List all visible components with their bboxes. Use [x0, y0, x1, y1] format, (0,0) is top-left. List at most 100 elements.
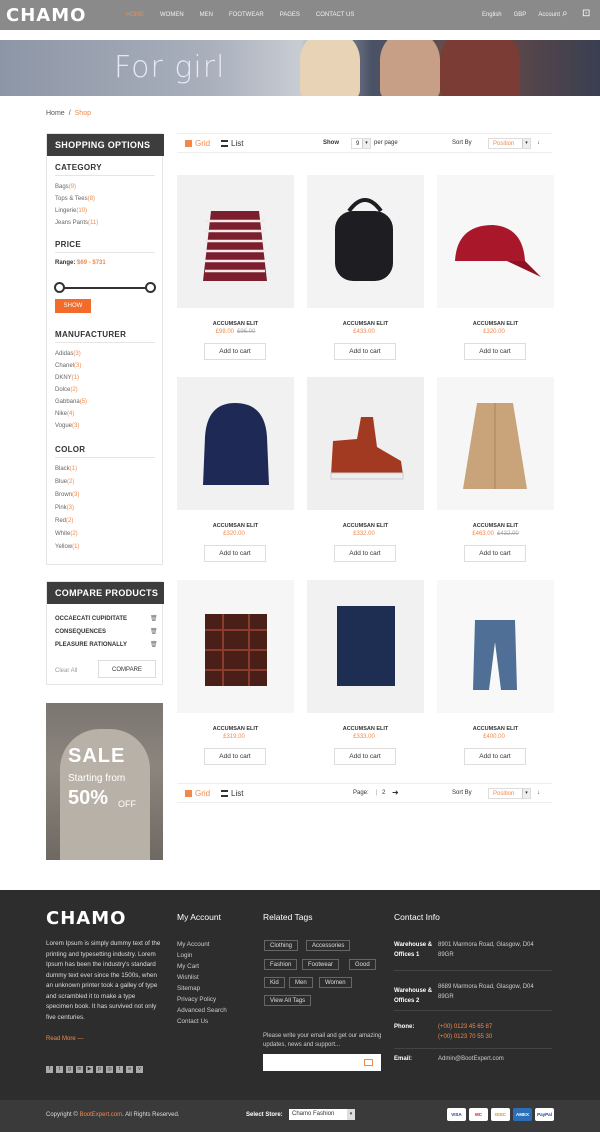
- add-to-cart-button[interactable]: Add to cart: [334, 545, 396, 562]
- sale-banner[interactable]: SALE Starting from 50% OFF: [46, 703, 163, 860]
- tag[interactable]: Accessories: [306, 940, 351, 951]
- product-image[interactable]: [307, 377, 424, 510]
- list-view-toggle[interactable]: List: [221, 139, 243, 148]
- contact-value[interactable]: Admin@BootExpert.com: [438, 1054, 504, 1064]
- category-item[interactable]: Lingerie(10): [55, 208, 87, 214]
- google-plus-icon[interactable]: g: [66, 1066, 73, 1073]
- tag[interactable]: View All Tags: [264, 995, 312, 1006]
- search-icon[interactable]: ⌕: [562, 9, 568, 19]
- color-item[interactable]: White(2): [55, 531, 78, 537]
- youtube-icon[interactable]: ▶: [86, 1066, 93, 1073]
- product-name[interactable]: ACCUMSAN ELIT: [177, 726, 294, 732]
- nav-pages[interactable]: PAGES: [272, 11, 308, 19]
- footer-link[interactable]: My Cart: [177, 963, 199, 970]
- nav-women[interactable]: WOMEN: [152, 11, 192, 19]
- compare-item[interactable]: PLEASURE RATIONALLY: [55, 642, 127, 648]
- facebook-icon[interactable]: f: [46, 1066, 53, 1073]
- tag[interactable]: Men: [289, 977, 313, 988]
- footer-link[interactable]: My Account: [177, 941, 210, 948]
- sort-direction-icon[interactable]: ↓: [537, 790, 540, 796]
- footer-logo[interactable]: CHAMO: [46, 908, 126, 929]
- language-select[interactable]: English: [476, 11, 508, 19]
- add-to-cart-button[interactable]: Add to cart: [204, 343, 266, 360]
- footer-link[interactable]: Privacy Policy: [177, 996, 216, 1003]
- footer-link[interactable]: Wishlist: [177, 974, 199, 981]
- product-name[interactable]: ACCUMSAN ELIT: [307, 321, 424, 327]
- next-page-icon[interactable]: ➜: [392, 788, 399, 797]
- per-page-select[interactable]: 9 ▾: [351, 138, 371, 149]
- add-to-cart-button[interactable]: Add to cart: [204, 748, 266, 765]
- product-image[interactable]: [177, 580, 294, 713]
- footer-link[interactable]: Advanced Search: [177, 1007, 227, 1014]
- price-show-button[interactable]: SHOW: [55, 299, 91, 313]
- add-to-cart-button[interactable]: Add to cart: [464, 545, 526, 562]
- tag[interactable]: Footwear: [302, 959, 340, 970]
- compare-item[interactable]: CONSEQUENCES: [55, 629, 106, 635]
- product-image[interactable]: [307, 175, 424, 308]
- sort-direction-icon[interactable]: ↓: [537, 140, 540, 146]
- color-item[interactable]: Red(2): [55, 518, 73, 524]
- footer-link[interactable]: Sitemap: [177, 985, 200, 992]
- sort-select[interactable]: Position ▾: [488, 138, 531, 149]
- product-name[interactable]: ACCUMSAN ELIT: [437, 523, 554, 529]
- add-to-cart-button[interactable]: Add to cart: [464, 343, 526, 360]
- product-image[interactable]: [437, 175, 554, 308]
- product-image[interactable]: [437, 377, 554, 510]
- price-slider-max-handle[interactable]: [145, 282, 156, 293]
- add-to-cart-button[interactable]: Add to cart: [334, 343, 396, 360]
- tag[interactable]: Women: [319, 977, 352, 988]
- product-name[interactable]: ACCUMSAN ELIT: [437, 726, 554, 732]
- product-image[interactable]: [437, 580, 554, 713]
- tumblr-icon[interactable]: t: [116, 1066, 123, 1073]
- tag[interactable]: Clothing: [264, 940, 299, 951]
- color-item[interactable]: Yellow(1): [55, 544, 79, 550]
- manufacturer-item[interactable]: Dolce(2): [55, 387, 78, 393]
- color-item[interactable]: Black(1): [55, 466, 77, 472]
- color-item[interactable]: Brown(3): [55, 492, 79, 498]
- footer-link[interactable]: Login: [177, 952, 192, 959]
- product-name[interactable]: ACCUMSAN ELIT: [437, 321, 554, 327]
- compare-item[interactable]: OCCAECATI CUPIDITATE: [55, 616, 127, 622]
- color-item[interactable]: Pink(3): [55, 505, 74, 511]
- manufacturer-item[interactable]: Chanel(3): [55, 363, 81, 369]
- nav-men[interactable]: MEN: [192, 11, 221, 19]
- grid-view-toggle[interactable]: Grid: [185, 139, 210, 148]
- product-image[interactable]: [177, 377, 294, 510]
- manufacturer-item[interactable]: Adidas(3): [55, 351, 81, 357]
- manufacturer-item[interactable]: Gabbana(5): [55, 399, 87, 405]
- instagram-icon[interactable]: ◎: [106, 1066, 113, 1073]
- mail-icon[interactable]: [364, 1059, 373, 1066]
- tag[interactable]: Good: [349, 959, 376, 970]
- breadcrumb-home[interactable]: Home: [46, 110, 65, 117]
- store-select[interactable]: Chamo Fashion ▾: [289, 1109, 355, 1120]
- product-name[interactable]: ACCUMSAN ELIT: [177, 321, 294, 327]
- product-name[interactable]: ACCUMSAN ELIT: [307, 523, 424, 529]
- vimeo-icon[interactable]: v: [136, 1066, 143, 1073]
- product-name[interactable]: ACCUMSAN ELIT: [177, 523, 294, 529]
- manufacturer-item[interactable]: DKNY(1): [55, 375, 79, 381]
- add-to-cart-button[interactable]: Add to cart: [204, 545, 266, 562]
- nav-home[interactable]: HOME: [118, 11, 152, 19]
- list-view-toggle[interactable]: List: [221, 789, 243, 798]
- category-item[interactable]: Bags(9): [55, 184, 76, 190]
- footer-link[interactable]: Contact Us: [177, 1018, 208, 1025]
- product-image[interactable]: [307, 580, 424, 713]
- logo[interactable]: CHAMO: [6, 5, 86, 26]
- currency-select[interactable]: GBP: [508, 11, 533, 19]
- pinterest-icon[interactable]: p: [96, 1066, 103, 1073]
- account-menu[interactable]: Account: [532, 11, 566, 19]
- tag[interactable]: Fashion: [264, 959, 298, 970]
- category-item[interactable]: Jeans Pants(11): [55, 220, 98, 226]
- compare-button[interactable]: COMPARE: [98, 660, 156, 678]
- page-number[interactable]: 2: [382, 790, 385, 796]
- trash-icon[interactable]: 🗑: [150, 641, 158, 648]
- sort-select[interactable]: Position ▾: [488, 788, 531, 799]
- product-image[interactable]: [177, 175, 294, 308]
- manufacturer-item[interactable]: Vogue(3): [55, 423, 79, 429]
- read-more-link[interactable]: Read More —: [46, 1036, 83, 1042]
- nav-footwear[interactable]: FOOTWEAR: [221, 11, 272, 19]
- flickr-icon[interactable]: ∞: [126, 1066, 133, 1073]
- twitter-icon[interactable]: t: [56, 1066, 63, 1073]
- product-name[interactable]: ACCUMSAN ELIT: [307, 726, 424, 732]
- tag[interactable]: Kid: [264, 977, 285, 988]
